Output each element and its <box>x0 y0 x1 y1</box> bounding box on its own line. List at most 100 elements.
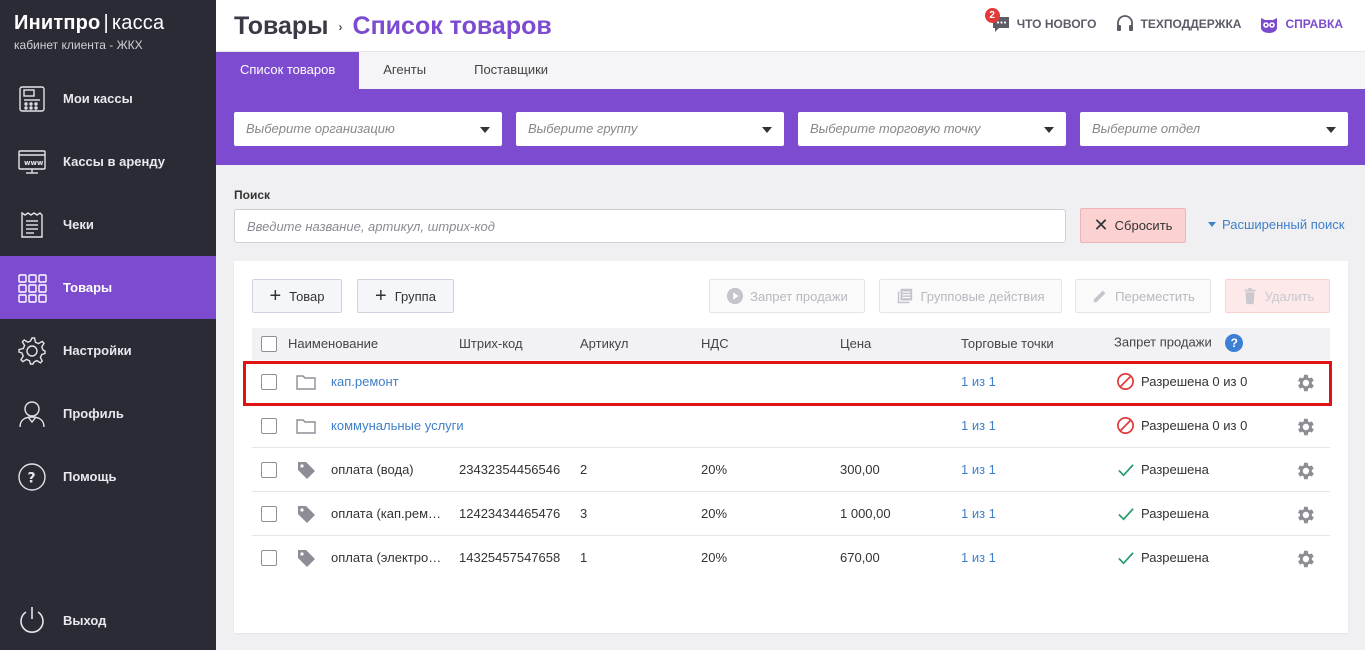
help-icon[interactable]: ? <box>1225 334 1244 352</box>
header-links: 2 ЧТО НОВОГО ТЕХПОДДЕРЖКА СПРАВКА <box>984 8 1343 34</box>
add-group-button[interactable]: + Группа <box>357 279 454 313</box>
move-button[interactable]: Переместить <box>1075 279 1211 313</box>
owl-icon <box>1261 18 1278 33</box>
logout-button[interactable]: Выход <box>0 594 216 646</box>
col-barcode[interactable]: Штрих-код <box>459 336 523 351</box>
row-settings-gear-icon[interactable] <box>1294 548 1316 570</box>
sidebar-item-label: Кассы в аренду <box>63 154 165 169</box>
sidebar-item-my-registers[interactable]: Мои кассы <box>0 67 216 130</box>
pencil-icon <box>1093 290 1106 303</box>
row-settings-gear-icon[interactable] <box>1294 416 1316 438</box>
row-article: 1 <box>580 550 588 565</box>
breadcrumb: Товары › Список товаров <box>234 12 552 41</box>
row-vat: 20% <box>701 462 728 477</box>
row-article: 3 <box>580 506 588 521</box>
row-checkbox[interactable] <box>261 418 277 434</box>
user-icon <box>16 398 48 430</box>
add-group-label: Группа <box>394 288 436 304</box>
chevron-down-icon <box>762 127 772 133</box>
row-settings-gear-icon[interactable] <box>1294 460 1316 482</box>
select-all-checkbox[interactable] <box>261 336 277 352</box>
table-row[interactable]: оплата (кап.рем… 12423434465476 3 20% 1 … <box>252 492 1330 536</box>
top-header: Товары › Список товаров 2 ЧТО НОВОГО ТЕХ… <box>216 0 1365 52</box>
sidebar-item-profile[interactable]: Профиль <box>0 382 216 445</box>
row-name[interactable]: оплата (вода) <box>331 462 414 477</box>
sidebar-nav: Мои кассы www Кассы в аренду Чеки Товары… <box>0 67 216 508</box>
help-link[interactable]: СПРАВКА <box>1259 14 1343 34</box>
table-row[interactable]: оплата (вода) 23432354456546 2 20% 300,0… <box>252 448 1330 492</box>
row-settings-gear-icon[interactable] <box>1294 372 1316 394</box>
row-name[interactable]: коммунальные услуги <box>331 418 464 433</box>
sale-ban-button[interactable]: Запрет продажи <box>709 279 865 313</box>
delete-button[interactable]: Удалить <box>1225 279 1330 313</box>
trade-point-select[interactable]: Выберите торговую точку <box>798 112 1066 146</box>
sidebar-item-receipts[interactable]: Чеки <box>0 193 216 256</box>
col-article[interactable]: Артикул <box>580 336 628 351</box>
row-price: 1 000,00 <box>840 506 891 521</box>
table-row[interactable]: оплата (электро… 14325457547658 1 20% 67… <box>252 536 1330 580</box>
search-label: Поиск <box>234 188 271 202</box>
row-points-link[interactable]: 1 из 1 <box>961 462 996 477</box>
check-icon <box>1118 464 1134 477</box>
row-status-label: Разрешена 0 из 0 <box>1141 374 1248 389</box>
tag-icon <box>296 548 316 568</box>
row-name[interactable]: оплата (кап.рем… <box>331 506 441 521</box>
reset-button[interactable]: ✕ Сбросить <box>1080 208 1186 243</box>
caret-down-icon <box>1208 222 1216 227</box>
group-select[interactable]: Выберите группу <box>516 112 784 146</box>
row-checkbox[interactable] <box>261 506 277 522</box>
table-header: Наименование Штрих-код Артикул НДС Цена … <box>252 328 1330 360</box>
tab-suppliers[interactable]: Поставщики <box>450 52 572 89</box>
row-checkbox[interactable] <box>261 462 277 478</box>
sidebar-item-rent-registers[interactable]: www Кассы в аренду <box>0 130 216 193</box>
row-points-link[interactable]: 1 из 1 <box>961 550 996 565</box>
col-points[interactable]: Торговые точки <box>961 336 1054 351</box>
sidebar-item-label: Товары <box>63 280 113 295</box>
row-settings-gear-icon[interactable] <box>1294 504 1316 526</box>
row-name[interactable]: кап.ремонт <box>331 374 399 389</box>
row-name[interactable]: оплата (электро… <box>331 550 441 565</box>
tab-agents[interactable]: Агенты <box>359 52 450 89</box>
sidebar-item-label: Настройки <box>63 343 132 358</box>
add-product-button[interactable]: + Товар <box>252 279 342 313</box>
check-icon <box>1118 508 1134 521</box>
brand-logo[interactable]: Инитпро | касса кабинет клиента - ЖКХ <box>14 12 164 52</box>
advanced-search-link[interactable]: Расширенный поиск <box>1208 217 1344 232</box>
group-actions-button[interactable]: Групповые действия <box>879 279 1062 313</box>
row-checkbox[interactable] <box>261 550 277 566</box>
support-link[interactable]: ТЕХПОДДЕРЖКА <box>1115 14 1241 34</box>
check-icon <box>1118 552 1134 565</box>
row-points-link[interactable]: 1 из 1 <box>961 418 996 433</box>
row-points: 1 из 1 <box>961 550 996 565</box>
row-name-link[interactable]: кап.ремонт <box>331 374 399 389</box>
ban-icon <box>1117 417 1134 434</box>
organization-select[interactable]: Выберите организацию <box>234 112 502 146</box>
whats-new-link[interactable]: 2 ЧТО НОВОГО <box>984 8 1097 34</box>
row-barcode: 12423434465476 <box>459 506 561 521</box>
move-label: Переместить <box>1115 288 1195 304</box>
col-vat[interactable]: НДС <box>701 336 729 351</box>
row-status-label: Разрешена <box>1141 462 1209 477</box>
receipt-icon <box>16 209 48 241</box>
col-sale-ban-label[interactable]: Запрет продажи <box>1114 334 1212 349</box>
headset-icon <box>1116 15 1133 31</box>
search-input[interactable] <box>234 209 1066 243</box>
table-row[interactable]: кап.ремонт 1 из 1 Разрешена 0 из 0 <box>252 360 1330 404</box>
row-name-link[interactable]: коммунальные услуги <box>331 418 464 433</box>
sidebar-item-products[interactable]: Товары <box>0 256 216 319</box>
sidebar-item-help[interactable]: ? Помощь <box>0 445 216 508</box>
row-checkbox[interactable] <box>261 374 277 390</box>
col-price[interactable]: Цена <box>840 336 871 351</box>
stack-icon <box>898 288 913 304</box>
sale-ban-label: Запрет продажи <box>750 288 848 304</box>
add-product-label: Товар <box>289 288 325 304</box>
department-select[interactable]: Выберите отдел <box>1080 112 1348 146</box>
breadcrumb-root[interactable]: Товары <box>234 12 329 41</box>
tab-product-list[interactable]: Список товаров <box>216 52 360 89</box>
table-row[interactable]: коммунальные услуги 1 из 1 Разрешена 0 и… <box>252 404 1330 448</box>
row-points-link[interactable]: 1 из 1 <box>961 506 996 521</box>
sidebar-item-settings[interactable]: Настройки <box>0 319 216 382</box>
cash-register-icon <box>16 83 48 115</box>
col-name[interactable]: Наименование <box>288 336 378 351</box>
row-points-link[interactable]: 1 из 1 <box>961 374 996 389</box>
